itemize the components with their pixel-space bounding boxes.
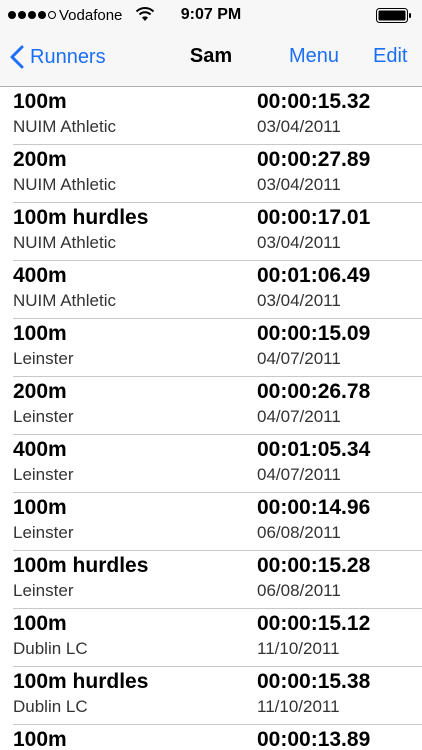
edit-button[interactable]: Edit: [373, 45, 407, 68]
result-row[interactable]: 100m 00:00:13.89: [0, 725, 422, 750]
event-name: 100m hurdles: [13, 670, 149, 693]
result-row[interactable]: 100m NUIM Athletic 00:00:15.32 03/04/201…: [0, 87, 422, 145]
event-name: 100m: [13, 612, 67, 635]
result-time: 00:00:15.28: [257, 554, 371, 577]
club-name: Leinster: [13, 581, 74, 600]
result-date: 11/10/2011: [257, 697, 340, 716]
event-name: 400m: [13, 264, 67, 287]
club-name: Dublin LC: [13, 639, 88, 658]
club-name: NUIM Athletic: [13, 117, 116, 136]
result-row[interactable]: 200m Leinster 00:00:26.78 04/07/2011: [0, 377, 422, 435]
results-list: 100m NUIM Athletic 00:00:15.32 03/04/201…: [0, 87, 422, 750]
result-date: 11/10/2011: [257, 639, 340, 658]
result-date: 06/08/2011: [257, 523, 341, 542]
result-date: 06/08/2011: [257, 581, 341, 600]
event-name: 200m: [13, 148, 67, 171]
result-row[interactable]: 100m Dublin LC 00:00:15.12 11/10/2011: [0, 609, 422, 667]
result-date: 03/04/2011: [257, 291, 341, 310]
result-row[interactable]: 100m hurdles NUIM Athletic 00:00:17.01 0…: [0, 203, 422, 261]
club-name: NUIM Athletic: [13, 233, 116, 252]
screen: Vodafone 9:07 PM Runners Sam Menu Edit 1…: [0, 0, 422, 750]
event-name: 100m: [13, 322, 67, 345]
club-name: Leinster: [13, 407, 74, 426]
result-time: 00:00:15.09: [257, 322, 371, 345]
event-name: 100m hurdles: [13, 206, 149, 229]
result-time: 00:00:15.32: [257, 90, 371, 113]
result-time: 00:01:05.34: [257, 438, 371, 461]
event-name: 100m: [13, 496, 67, 519]
battery-icon: [376, 8, 411, 23]
page-title: Sam: [189, 45, 233, 67]
result-date: 03/04/2011: [257, 175, 341, 194]
club-name: Leinster: [13, 465, 74, 484]
result-time: 00:00:17.01: [257, 206, 371, 229]
club-name: Leinster: [13, 349, 74, 368]
result-time: 00:01:06.49: [257, 264, 371, 287]
result-row[interactable]: 100m Leinster 00:00:15.09 04/07/2011: [0, 319, 422, 377]
result-time: 00:00:14.96: [257, 496, 371, 519]
result-time: 00:00:15.12: [257, 612, 371, 635]
result-date: 03/04/2011: [257, 117, 341, 136]
result-row[interactable]: 200m NUIM Athletic 00:00:27.89 03/04/201…: [0, 145, 422, 203]
event-name: 100m: [13, 90, 67, 113]
result-row[interactable]: 400m Leinster 00:01:05.34 04/07/2011: [0, 435, 422, 493]
club-name: NUIM Athletic: [13, 175, 116, 194]
club-name: NUIM Athletic: [13, 291, 116, 310]
menu-button[interactable]: Menu: [289, 45, 339, 68]
event-name: 100m hurdles: [13, 554, 149, 577]
result-time: 00:00:13.89: [257, 728, 371, 750]
result-row[interactable]: 100m Leinster 00:00:14.96 06/08/2011: [0, 493, 422, 551]
result-row[interactable]: 100m hurdles Leinster 00:00:15.28 06/08/…: [0, 551, 422, 609]
result-time: 00:00:27.89: [257, 148, 371, 171]
result-date: 03/04/2011: [257, 233, 341, 252]
result-row[interactable]: 100m hurdles Dublin LC 00:00:15.38 11/10…: [0, 667, 422, 725]
event-name: 200m: [13, 380, 67, 403]
status-time: 9:07 PM: [180, 6, 242, 23]
result-date: 04/07/2011: [257, 349, 341, 368]
event-name: 100m: [13, 728, 67, 750]
event-name: 400m: [13, 438, 67, 461]
result-time: 00:00:26.78: [257, 380, 371, 403]
result-time: 00:00:15.38: [257, 670, 371, 693]
club-name: Dublin LC: [13, 697, 88, 716]
result-date: 04/07/2011: [257, 465, 341, 484]
result-date: 04/07/2011: [257, 407, 341, 426]
club-name: Leinster: [13, 523, 74, 542]
navigation-bar: Runners Sam Menu Edit: [0, 30, 422, 87]
result-row[interactable]: 400m NUIM Athletic 00:01:06.49 03/04/201…: [0, 261, 422, 319]
status-bar: Vodafone 9:07 PM: [0, 0, 422, 30]
